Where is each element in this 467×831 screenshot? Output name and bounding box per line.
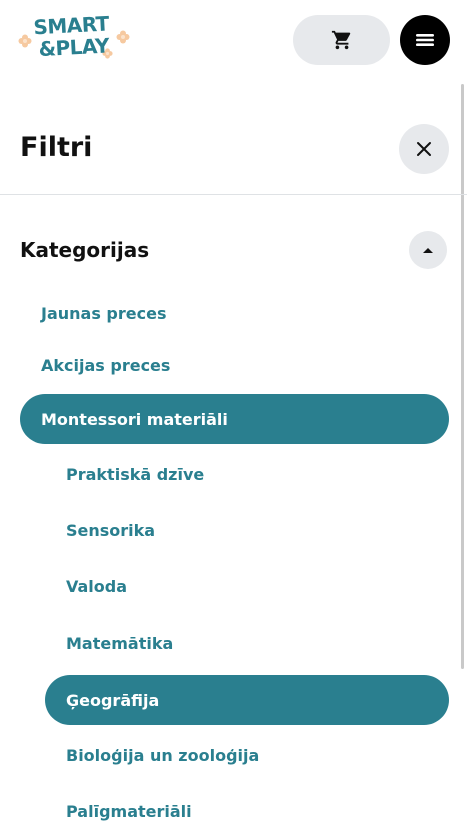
category-label: Sensorika bbox=[66, 520, 156, 540]
menu-button[interactable] bbox=[400, 15, 450, 65]
category-label: Bioloģija un zooloģija bbox=[66, 745, 260, 765]
categories-section-title: Kategorijas bbox=[20, 238, 150, 262]
filters-panel: Filtri Kategorijas Jaunas preces Akcijas… bbox=[0, 80, 467, 831]
collapse-categories-button[interactable] bbox=[409, 231, 447, 269]
site-header: SMART &PLAY bbox=[0, 0, 467, 80]
subcategory-item-geografija[interactable]: Ģeogrāfija bbox=[45, 675, 449, 725]
subcategory-item-valoda[interactable]: Valoda bbox=[45, 561, 449, 611]
smart-and-play-logo[interactable]: SMART &PLAY bbox=[18, 11, 132, 68]
flower-icon bbox=[18, 34, 32, 48]
category-label: Akcijas preces bbox=[41, 355, 171, 375]
category-label: Jaunas preces bbox=[41, 303, 167, 323]
subcategory-item-biologija-un-zoologija[interactable]: Bioloģija un zooloģija bbox=[45, 730, 449, 780]
logo-wordmark: SMART &PLAY bbox=[33, 11, 125, 62]
category-item-montessori-materiali[interactable]: Montessori materiāli bbox=[20, 394, 449, 444]
category-label: Valoda bbox=[66, 576, 128, 596]
cart-icon bbox=[331, 30, 350, 50]
category-label: Montessori materiāli bbox=[41, 409, 228, 429]
close-filters-button[interactable] bbox=[399, 124, 449, 174]
category-label: Matemātika bbox=[66, 633, 174, 653]
cart-button[interactable] bbox=[293, 15, 390, 65]
category-label: Palīgmateriāli bbox=[66, 801, 192, 821]
subcategory-item-sensorika[interactable]: Sensorika bbox=[45, 505, 449, 555]
subcategory-item-matematika[interactable]: Matemātika bbox=[45, 618, 449, 668]
close-icon bbox=[417, 142, 431, 156]
subcategory-item-praktiska-dzive[interactable]: Praktiskā dzīve bbox=[45, 449, 449, 499]
panel-scrollbar[interactable] bbox=[461, 84, 464, 669]
header-divider bbox=[0, 194, 467, 195]
category-label: Ģeogrāfija bbox=[66, 690, 160, 710]
page: SMART &PLAY Filtri Kategorijas Jaunas pr… bbox=[0, 0, 467, 831]
caret-up-icon bbox=[423, 248, 433, 253]
logo-line-2: &PLAY bbox=[38, 33, 110, 62]
category-item-jaunas-preces[interactable]: Jaunas preces bbox=[20, 288, 449, 338]
category-item-akcijas-preces[interactable]: Akcijas preces bbox=[20, 340, 449, 390]
subcategory-item-paligmateriali[interactable]: Palīgmateriāli bbox=[45, 786, 449, 831]
category-label: Praktiskā dzīve bbox=[66, 464, 205, 484]
hamburger-icon bbox=[416, 34, 434, 46]
filters-title: Filtri bbox=[20, 132, 93, 163]
